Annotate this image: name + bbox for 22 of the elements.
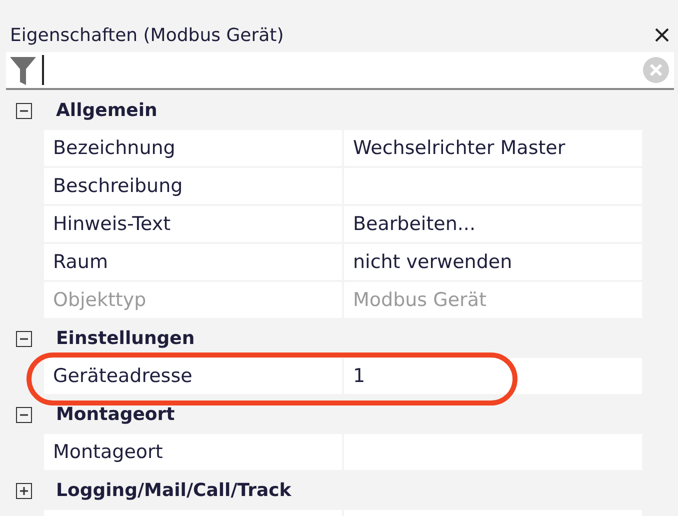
category-header: Einstellungen bbox=[56, 328, 195, 350]
property-name[interactable]: Raum bbox=[44, 244, 342, 282]
close-icon[interactable] bbox=[654, 27, 670, 43]
property-name[interactable]: Montageort bbox=[44, 434, 342, 472]
category-header: Allgemein bbox=[56, 100, 158, 122]
panel-title: Eigenschaften (Modbus Gerät) bbox=[10, 24, 284, 46]
category-header: Montageort bbox=[56, 404, 175, 426]
collapse-icon[interactable] bbox=[16, 103, 32, 119]
filter-icon bbox=[10, 55, 36, 85]
property-name[interactable]: Hinweis-Text bbox=[44, 206, 342, 244]
property-name[interactable]: Beschreibung bbox=[44, 168, 342, 206]
collapse-icon[interactable] bbox=[16, 331, 32, 347]
property-name[interactable]: Bezeichnung bbox=[44, 130, 342, 168]
property-value[interactable]: 1 bbox=[344, 358, 642, 396]
property-value[interactable]: Bearbeiten... bbox=[344, 206, 642, 244]
property-name[interactable]: Geräteadresse bbox=[44, 358, 342, 396]
collapse-icon[interactable] bbox=[16, 407, 32, 423]
category-header: Logging/Mail/Call/Track bbox=[56, 480, 292, 502]
expand-icon[interactable] bbox=[16, 483, 32, 499]
filter-field[interactable] bbox=[6, 52, 674, 90]
property-value[interactable]: nicht verwenden bbox=[344, 244, 642, 282]
property-value[interactable]: Wechselrichter Master bbox=[344, 130, 642, 168]
